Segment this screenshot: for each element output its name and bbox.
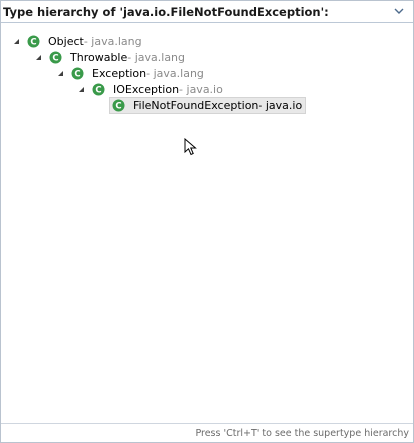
class-name: FileNotFoundException — [133, 98, 259, 112]
package-name: - java.lang — [127, 50, 186, 64]
popup-header: Type hierarchy of 'java.io.FileNotFoundE… — [1, 1, 413, 22]
svg-text:C: C — [95, 85, 101, 95]
class-icon: C — [49, 51, 62, 63]
svg-text:C: C — [74, 69, 80, 79]
svg-text:C: C — [115, 101, 121, 111]
tree-item-ioexception[interactable]: C IOException - java.io — [1, 81, 413, 97]
svg-text:C: C — [30, 37, 36, 47]
status-bar: Press 'Ctrl+T' to see the supertype hier… — [1, 423, 413, 442]
expanded-arrow-icon[interactable] — [77, 85, 86, 94]
svg-text:C: C — [52, 53, 58, 63]
tree-item-throwable[interactable]: C Throwable - java.lang — [1, 49, 413, 65]
package-name: - java.lang — [83, 34, 142, 48]
package-name: - java.lang — [146, 66, 204, 80]
mouse-pointer-icon — [184, 138, 197, 156]
hierarchy-tree: C Object - java.lang C Throwable - java.… — [1, 23, 413, 114]
class-icon: C — [92, 83, 105, 95]
expanded-arrow-icon[interactable] — [56, 69, 65, 78]
class-name: Object — [48, 34, 84, 48]
package-name: - java.io — [179, 82, 223, 96]
class-icon: C — [71, 67, 84, 79]
tree-item-filenotfoundexception[interactable]: C FileNotFoundException - java.io — [1, 96, 413, 114]
class-name: IOException — [113, 82, 180, 96]
type-hierarchy-popup: Type hierarchy of 'java.io.FileNotFoundE… — [0, 0, 414, 443]
class-name: Exception — [92, 66, 147, 80]
class-name: Throwable — [70, 50, 128, 64]
view-menu-chevron-icon[interactable] — [393, 5, 405, 17]
selected-item-highlight[interactable]: C FileNotFoundException - java.io — [109, 96, 307, 114]
popup-title: Type hierarchy of 'java.io.FileNotFoundE… — [3, 4, 329, 19]
class-icon: C — [112, 99, 125, 111]
tree-item-exception[interactable]: C Exception - java.lang — [1, 65, 413, 81]
class-icon: C — [27, 35, 40, 47]
tree-item-object[interactable]: C Object - java.lang — [1, 33, 413, 49]
package-name: - java.io — [258, 98, 303, 112]
expanded-arrow-icon[interactable] — [34, 53, 43, 62]
expanded-arrow-icon[interactable] — [12, 37, 21, 46]
status-hint: Press 'Ctrl+T' to see the supertype hier… — [195, 427, 409, 439]
